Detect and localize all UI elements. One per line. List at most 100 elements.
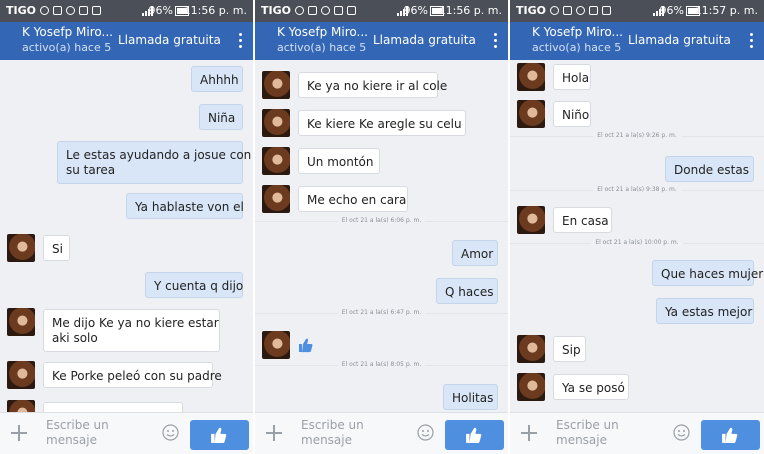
timestamp: El oct 21 a la(s) 9:38 p. m. xyxy=(510,186,764,193)
message-bubble-incoming[interactable] xyxy=(43,402,183,412)
contact-name[interactable]: K Yosefp Miro... xyxy=(532,25,623,39)
conversation-area[interactable]: El oct 21 a la(s) 6:06 p. m. El oct 21 a … xyxy=(255,60,508,412)
contact-avatar[interactable] xyxy=(262,185,290,213)
message-bubble-incoming[interactable]: En casa xyxy=(553,207,612,233)
message-bubble-incoming[interactable]: Ke Porke peleó con su padre xyxy=(43,362,222,388)
status-bar: TIGO 96% 11:56 p. m. xyxy=(0,0,253,22)
message-composer: Escribe un mensaje xyxy=(0,412,253,454)
timestamp-text: El oct 21 a la(s) 8:05 p. m. xyxy=(337,361,426,368)
contact-avatar[interactable] xyxy=(262,109,290,137)
message-text: Q haces xyxy=(445,285,494,299)
timestamp-text: El oct 21 a la(s) 6:47 p. m. xyxy=(337,309,426,316)
message-text: Ke Porke peleó con su padre xyxy=(52,369,222,383)
contact-avatar[interactable] xyxy=(262,147,290,175)
message-composer: Escribe un mensaje xyxy=(510,412,764,454)
message-bubble-outgoing[interactable]: Niña xyxy=(199,104,243,130)
status-bar: TIGO 96% 11:56 p. m. xyxy=(255,0,508,22)
send-like-button[interactable] xyxy=(445,420,504,450)
message-text: Niña xyxy=(208,111,236,125)
message-bubble-incoming[interactable]: Ya se posó xyxy=(553,374,629,400)
message-bubble-incoming[interactable]: Un montón xyxy=(298,148,380,174)
message-bubble-outgoing[interactable]: Holitas xyxy=(443,384,498,410)
message-bubble-incoming[interactable]: Hola xyxy=(553,64,591,90)
cloud-icon xyxy=(66,6,75,15)
timestamp: El oct 21 a la(s) 6:47 p. m. xyxy=(255,309,508,316)
message-bubble-outgoing[interactable]: Amor xyxy=(452,240,498,266)
emoji-button[interactable] xyxy=(162,424,179,441)
message-input-placeholder: Escribe un xyxy=(301,418,364,432)
gallery-icon xyxy=(308,6,317,15)
message-input-placeholder: mensaje xyxy=(301,433,352,447)
conversation-area[interactable]: Ahhhh Niña Le estas ayudando a josue con su… xyxy=(0,60,253,412)
message-input-placeholder: Escribe un xyxy=(556,418,619,432)
contact-avatar[interactable] xyxy=(517,63,545,91)
contact-name[interactable]: K Yosefp Miro... xyxy=(277,25,368,39)
message-bubble-incoming[interactable] xyxy=(298,332,334,358)
chat-panel: TIGO 96% 11:56 p. m. K Yosefp Miro... activo… xyxy=(255,0,508,454)
battery-percent: 96% xyxy=(403,4,428,17)
contact-name[interactable]: K Yosefp Miro... xyxy=(22,25,113,39)
message-bubble-outgoing[interactable]: Donde estas xyxy=(665,156,754,182)
message-composer: Escribe un mensaje xyxy=(255,412,508,454)
message-bubble-outgoing[interactable]: Ya hablaste von el xyxy=(126,193,244,219)
free-call-button[interactable]: Llamada gratuita xyxy=(628,33,731,47)
message-input[interactable]: Escribe un mensaje xyxy=(301,418,364,448)
contact-avatar[interactable] xyxy=(7,400,35,412)
contact-avatar[interactable] xyxy=(517,206,545,234)
contact-avatar[interactable] xyxy=(7,361,35,389)
message-bubble-outgoing[interactable]: Ya estas mejor xyxy=(656,298,754,324)
message-bubble-incoming[interactable]: Niño xyxy=(553,101,591,127)
message-bubble-incoming[interactable]: Ke kiere Ke aregle su celu xyxy=(298,110,466,136)
message-bubble-incoming[interactable]: Sip xyxy=(553,336,586,362)
contact-avatar[interactable] xyxy=(7,308,35,336)
more-options-icon[interactable] xyxy=(490,31,500,51)
message-bubble-outgoing[interactable]: Q haces xyxy=(436,278,498,304)
message-bubble-outgoing[interactable]: Le estas ayudando a josue con su tarea xyxy=(57,141,251,184)
message-input[interactable]: Escribe un mensaje xyxy=(556,418,619,448)
contact-avatar[interactable] xyxy=(517,335,545,363)
free-call-button[interactable]: Llamada gratuita xyxy=(118,33,221,47)
contact-avatar[interactable] xyxy=(262,71,290,99)
message-bubble-outgoing[interactable]: Y cuenta q dijo xyxy=(145,272,243,298)
message-text: En casa xyxy=(562,214,609,228)
more-options-icon[interactable] xyxy=(235,31,245,51)
message-bubble-incoming[interactable]: Ke ya no kiere ir al cole xyxy=(298,72,448,98)
add-attachment-button[interactable] xyxy=(519,421,539,445)
message-input[interactable]: Escribe un mensaje xyxy=(46,418,109,448)
send-like-button[interactable] xyxy=(701,420,760,450)
emoji-button[interactable] xyxy=(417,424,434,441)
free-call-button[interactable]: Llamada gratuita xyxy=(373,33,476,47)
emoji-button[interactable] xyxy=(673,424,690,441)
message-text: Me echo en cara xyxy=(307,193,407,207)
plus-icon xyxy=(521,425,537,441)
add-attachment-button[interactable] xyxy=(264,421,284,445)
add-attachment-button[interactable] xyxy=(9,421,29,445)
notification-icons xyxy=(295,5,361,17)
clock: 11:56 p. m. xyxy=(438,4,502,17)
contact-avatar[interactable] xyxy=(7,234,35,262)
timestamp: El oct 21 a la(s) 6:06 p. m. xyxy=(255,217,508,224)
voicemail-icon xyxy=(347,6,356,15)
message-text: Que haces mujer xyxy=(661,267,764,281)
message-bubble-outgoing[interactable]: Ahhhh xyxy=(191,66,243,92)
battery-percent: 96% xyxy=(148,4,173,17)
smiley-icon xyxy=(417,424,434,441)
message-bubble-incoming[interactable]: Me echo en cara xyxy=(298,186,408,212)
message-bubble-outgoing[interactable]: Que haces mujer xyxy=(652,260,764,286)
send-like-button[interactable] xyxy=(190,420,249,450)
message-input-placeholder: mensaje xyxy=(556,433,607,447)
message-bubble-incoming[interactable]: Si xyxy=(43,235,70,261)
contact-avatar[interactable] xyxy=(262,331,290,359)
conversation-area[interactable]: El oct 21 a la(s) 9:26 p. m. El oct 21 a … xyxy=(510,60,764,412)
contact-avatar[interactable] xyxy=(517,100,545,128)
chat-header: K Yosefp Miro... activo(a) hace 5 Llamada … xyxy=(510,22,764,60)
more-options-icon[interactable] xyxy=(746,31,756,51)
presence-status: activo(a) hace 5 xyxy=(277,41,367,54)
voicemail-icon xyxy=(92,6,101,15)
message-bubble-incoming[interactable]: Me dijo Ke ya no kiere estar aki solo xyxy=(43,309,220,352)
message-text: Ke ya no kiere ir al cole xyxy=(307,79,448,93)
carrier-name: TIGO xyxy=(261,4,291,17)
message-text: Niño xyxy=(562,108,590,122)
chat-panel: TIGO 96% 11:56 p. m. K Yosefp Miro... activo… xyxy=(0,0,253,454)
contact-avatar[interactable] xyxy=(517,373,545,401)
